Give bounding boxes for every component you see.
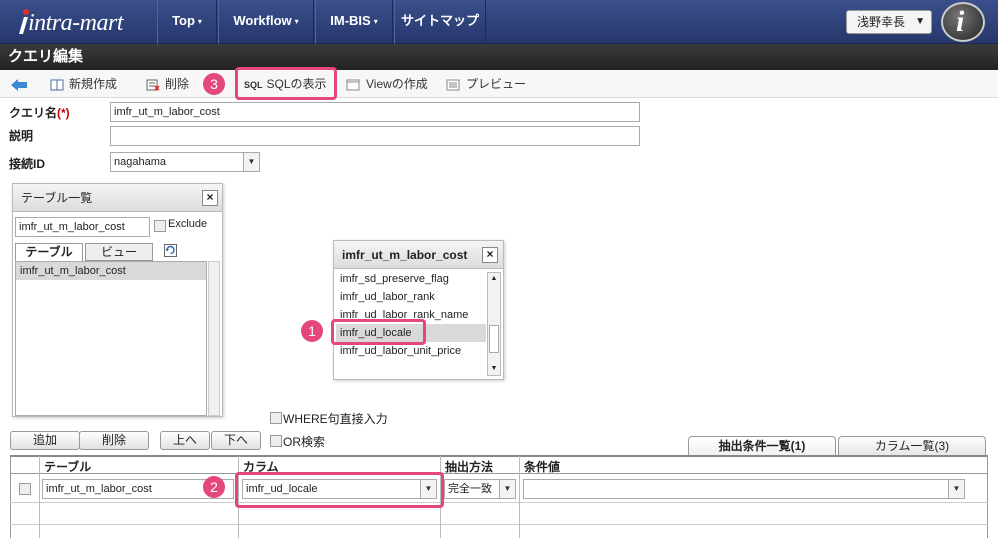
- or-search-checkbox[interactable]: [270, 435, 282, 447]
- toolbar: 新規作成 削除 SQL SQLの表示 Viewの作成 プレビュー: [0, 70, 998, 98]
- nav-item-label: Top: [172, 13, 195, 28]
- avatar-letter: i: [956, 5, 965, 38]
- preview-button[interactable]: プレビュー: [445, 74, 526, 94]
- table-listbox[interactable]: imfr_ut_m_labor_cost: [15, 261, 207, 416]
- connection-id-label: 接続ID: [9, 157, 46, 171]
- remove-button[interactable]: 削除: [79, 431, 149, 450]
- show-sql-highlight: [235, 67, 337, 100]
- table-list-header: テーブル一覧: [13, 184, 222, 212]
- grid-header-value: 条件値: [524, 460, 561, 474]
- tab-columns[interactable]: カラム一覧(3): [838, 436, 986, 456]
- step-badge-2: 2: [203, 476, 225, 498]
- nav-item-im-bis[interactable]: IM-BIS ▾: [315, 0, 393, 44]
- query-name-label: クエリ名(*): [9, 106, 70, 120]
- list-item[interactable]: imfr_ud_labor_rank: [336, 288, 486, 306]
- new-label: 新規作成: [69, 77, 118, 91]
- connection-id-value: nagahama: [114, 156, 166, 168]
- grid-header-table: テーブル: [44, 460, 92, 474]
- row-method-select[interactable]: 完全一致 ▼: [444, 479, 516, 499]
- delete-icon: [146, 79, 160, 91]
- where-direct-checkbox[interactable]: [270, 412, 282, 424]
- back-button[interactable]: [10, 74, 28, 94]
- query-name-input[interactable]: imfr_ut_m_labor_cost: [110, 102, 640, 122]
- chevron-down-icon: ▾: [197, 16, 202, 26]
- top-navigation-bar: intra-mart Top ▾ Workflow ▾ IM-BIS ▾ サイトマップ…: [0, 0, 998, 44]
- preview-icon: [446, 79, 460, 91]
- scroll-thumb[interactable]: [489, 325, 499, 353]
- list-item[interactable]: imfr_ut_m_labor_cost: [16, 262, 206, 280]
- tab-view[interactable]: ビュー: [85, 243, 153, 261]
- grid-row-divider: [10, 502, 988, 503]
- table-list-title: テーブル一覧: [21, 191, 93, 205]
- grid-header-divider: [10, 473, 988, 474]
- nav-item-label: Workflow: [233, 13, 292, 28]
- row-method-value: 完全一致: [448, 483, 492, 495]
- column-list-scrollbar[interactable]: ▲ ▼: [487, 272, 501, 376]
- logo-text: intra-mart: [28, 10, 124, 36]
- where-direct-label: WHERE句直接入力: [283, 412, 388, 426]
- chevron-down-icon: ▼: [499, 480, 515, 498]
- table-list-scrollbar[interactable]: [208, 261, 220, 416]
- locale-column-highlight: [331, 319, 426, 345]
- user-menu-button[interactable]: 浅野幸長 ▼: [846, 10, 932, 34]
- required-mark: (*): [57, 106, 70, 120]
- description-input[interactable]: [110, 126, 640, 146]
- chevron-down-icon: ▾: [294, 16, 299, 26]
- nav-item-top[interactable]: Top ▾: [157, 0, 217, 44]
- nav-item-label: IM-BIS: [330, 13, 371, 28]
- grid-col-divider: [519, 456, 520, 538]
- new-button[interactable]: 新規作成: [50, 74, 117, 94]
- move-up-button[interactable]: 上へ: [160, 431, 210, 450]
- scroll-up-icon[interactable]: ▲: [488, 273, 500, 285]
- row-select-checkbox[interactable]: [19, 483, 31, 495]
- description-label: 説明: [9, 129, 34, 143]
- add-button[interactable]: 追加: [10, 431, 80, 450]
- intra-mart-logo[interactable]: intra-mart: [14, 6, 134, 38]
- preview-label: プレビュー: [466, 77, 527, 91]
- window-icon: [346, 79, 360, 91]
- delete-label: 削除: [165, 77, 190, 91]
- close-icon[interactable]: ×: [202, 190, 218, 206]
- refresh-icon[interactable]: [164, 244, 177, 257]
- nav-item-workflow[interactable]: Workflow ▾: [218, 0, 314, 44]
- grid-header-method: 抽出方法: [445, 460, 494, 474]
- chevron-down-icon: ▼: [948, 480, 964, 498]
- column-panel-title: imfr_ut_m_labor_cost: [342, 248, 468, 262]
- page-title: クエリ編集: [0, 44, 998, 70]
- close-icon[interactable]: ×: [482, 247, 498, 263]
- user-name: 浅野幸長: [857, 15, 906, 29]
- table-list-panel: テーブル一覧 × imfr_ut_m_labor_cost Exclude テー…: [12, 183, 223, 417]
- tab-conditions[interactable]: 抽出条件一覧(1): [688, 436, 836, 456]
- chevron-down-icon: ▾: [373, 16, 378, 26]
- scroll-down-icon[interactable]: ▼: [488, 363, 500, 375]
- create-view-button[interactable]: Viewの作成: [345, 74, 428, 94]
- step-badge-1: 1: [301, 320, 323, 342]
- step-badge-3: 3: [203, 73, 225, 95]
- grid-col-divider: [39, 456, 40, 538]
- or-search-label: OR検索: [283, 435, 326, 449]
- nav-item-label: サイトマップ: [400, 13, 479, 28]
- exclude-label: Exclude: [168, 218, 208, 230]
- tab-table[interactable]: テーブル: [15, 243, 83, 261]
- connection-id-select[interactable]: nagahama ▼: [110, 152, 260, 172]
- column-panel: imfr_ut_m_labor_cost × imfr_sd_preserve_…: [333, 240, 504, 380]
- delete-button[interactable]: 削除: [146, 74, 189, 94]
- list-item[interactable]: imfr_sd_preserve_flag: [336, 270, 486, 288]
- book-icon: [50, 79, 64, 91]
- chevron-down-icon: ▼: [243, 153, 259, 171]
- chevron-down-icon: ▼: [915, 16, 925, 27]
- avatar[interactable]: i: [941, 2, 985, 42]
- column-panel-header: imfr_ut_m_labor_cost: [334, 241, 503, 269]
- nav-item-sitemap[interactable]: サイトマップ: [394, 0, 486, 44]
- create-view-label: Viewの作成: [366, 77, 428, 91]
- exclude-checkbox[interactable]: [154, 220, 166, 232]
- column-select-highlight: [235, 472, 444, 508]
- move-down-button[interactable]: 下へ: [211, 431, 261, 450]
- row-value-select[interactable]: ▼: [523, 479, 965, 499]
- back-arrow-icon: [11, 78, 27, 91]
- table-search-input[interactable]: imfr_ut_m_labor_cost: [15, 217, 150, 237]
- grid-row-divider: [10, 524, 988, 525]
